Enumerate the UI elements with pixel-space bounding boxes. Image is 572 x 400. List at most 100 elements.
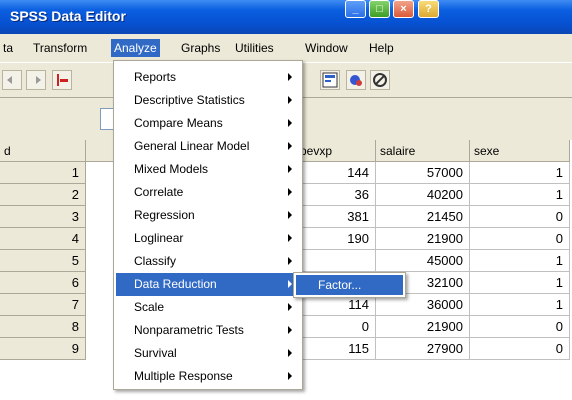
cell-pevxp[interactable]: 190 bbox=[296, 228, 376, 250]
menu-item-survival[interactable]: Survival bbox=[116, 342, 300, 365]
menu-item-general-linear-model[interactable]: General Linear Model bbox=[116, 135, 300, 158]
goto-case-icon bbox=[57, 74, 68, 86]
cell-salaire[interactable]: 21900 bbox=[376, 316, 470, 338]
menu-item-descriptive-statistics[interactable]: Descriptive Statistics bbox=[116, 89, 300, 112]
menu-bar: ta Transform Analyze Graphs Utilities Wi… bbox=[0, 37, 572, 59]
title-bar: SPSS Data Editor _ □ × ? bbox=[0, 0, 572, 34]
column-header-pevxp[interactable]: pevxp bbox=[296, 140, 376, 162]
value-labels-button[interactable] bbox=[346, 70, 366, 90]
menu-transform[interactable]: Transform bbox=[30, 39, 90, 57]
cell-salaire[interactable]: 40200 bbox=[376, 184, 470, 206]
row-number[interactable]: 2 bbox=[0, 184, 86, 206]
undo-button[interactable] bbox=[2, 70, 22, 90]
menu-item-classify[interactable]: Classify bbox=[116, 250, 300, 273]
submenu-arrow-icon bbox=[288, 372, 292, 380]
menu-item-multiple-response[interactable]: Multiple Response bbox=[116, 365, 300, 388]
menu-item-label: Scale bbox=[134, 300, 165, 314]
minimize-icon: _ bbox=[352, 3, 359, 15]
use-sets-icon bbox=[373, 73, 387, 87]
menu-item-compare-means[interactable]: Compare Means bbox=[116, 112, 300, 135]
cell-pevxp[interactable]: 381 bbox=[296, 206, 376, 228]
cell-sexe[interactable]: 1 bbox=[470, 294, 570, 316]
close-button[interactable]: × bbox=[393, 0, 414, 18]
column-header[interactable]: d bbox=[0, 140, 86, 162]
row-number[interactable]: 6 bbox=[0, 272, 86, 294]
cell-salaire[interactable]: 45000 bbox=[376, 250, 470, 272]
submenu-arrow-icon bbox=[288, 234, 292, 242]
cell-pevxp[interactable]: 144 bbox=[296, 162, 376, 184]
cell-salaire[interactable]: 21450 bbox=[376, 206, 470, 228]
menu-data[interactable]: ta bbox=[0, 39, 16, 57]
submenu-arrow-icon bbox=[288, 280, 292, 288]
menu-item-data-reduction[interactable]: Data Reduction bbox=[116, 273, 300, 296]
menu-item-regression[interactable]: Regression bbox=[116, 204, 300, 227]
cell-sexe[interactable]: 1 bbox=[470, 162, 570, 184]
row-number[interactable]: 7 bbox=[0, 294, 86, 316]
cell-sexe[interactable]: 0 bbox=[470, 316, 570, 338]
minimize-button[interactable]: _ bbox=[345, 0, 366, 18]
value-labels-icon bbox=[350, 75, 362, 86]
submenu-arrow-icon bbox=[288, 165, 292, 173]
submenu-arrow-icon bbox=[288, 326, 292, 334]
menu-window[interactable]: Window bbox=[302, 39, 351, 57]
row-number[interactable]: 8 bbox=[0, 316, 86, 338]
menu-item-label: Loglinear bbox=[134, 231, 184, 245]
cell-salaire[interactable]: 27900 bbox=[376, 338, 470, 360]
cell-sexe[interactable]: 1 bbox=[470, 250, 570, 272]
submenu-arrow-icon bbox=[288, 119, 292, 127]
menu-graphs[interactable]: Graphs bbox=[178, 39, 223, 57]
menu-item-scale[interactable]: Scale bbox=[116, 296, 300, 319]
menu-item-label: Nonparametric Tests bbox=[134, 323, 244, 337]
use-sets-button[interactable] bbox=[370, 70, 390, 90]
menu-help[interactable]: Help bbox=[366, 39, 397, 57]
cell-pevxp[interactable] bbox=[296, 250, 376, 272]
help-icon: ? bbox=[425, 3, 432, 15]
maximize-button[interactable]: □ bbox=[369, 0, 390, 18]
menu-item-reports[interactable]: Reports bbox=[116, 66, 300, 89]
goto-case-button[interactable] bbox=[52, 70, 72, 90]
menu-item-label: Mixed Models bbox=[134, 162, 209, 176]
row-number[interactable]: 1 bbox=[0, 162, 86, 184]
select-cases-icon bbox=[322, 72, 338, 88]
menu-item-nonparametric-tests[interactable]: Nonparametric Tests bbox=[116, 319, 300, 342]
menu-item-label: General Linear Model bbox=[134, 139, 250, 153]
menu-item-label: Reports bbox=[134, 70, 177, 84]
close-icon: × bbox=[400, 3, 407, 15]
row-number[interactable]: 9 bbox=[0, 338, 86, 360]
menu-item-mixed-models[interactable]: Mixed Models bbox=[116, 158, 300, 181]
column-header-salaire[interactable]: salaire bbox=[376, 140, 470, 162]
help-button[interactable]: ? bbox=[418, 0, 439, 18]
menu-utilities[interactable]: Utilities bbox=[232, 39, 277, 57]
redo-button[interactable] bbox=[26, 70, 46, 90]
menu-item-factor[interactable]: Factor... bbox=[296, 275, 403, 295]
cell-pevxp[interactable]: 115 bbox=[296, 338, 376, 360]
cell-sexe[interactable]: 0 bbox=[470, 338, 570, 360]
menu-item-label: Survival bbox=[134, 346, 177, 360]
menu-item-label: Classify bbox=[134, 254, 177, 268]
cell-sexe[interactable]: 1 bbox=[470, 184, 570, 206]
cell-sexe[interactable]: 0 bbox=[470, 228, 570, 250]
cell-salaire[interactable]: 21900 bbox=[376, 228, 470, 250]
select-cases-button[interactable] bbox=[320, 70, 340, 90]
data-reduction-submenu: Factor... bbox=[293, 272, 406, 298]
maximize-icon: □ bbox=[376, 3, 383, 15]
window-title: SPSS Data Editor bbox=[10, 8, 126, 24]
row-number[interactable]: 3 bbox=[0, 206, 86, 228]
cell-pevxp[interactable]: 36 bbox=[296, 184, 376, 206]
submenu-arrow-icon bbox=[288, 73, 292, 81]
menu-item-label: Data Reduction bbox=[134, 277, 217, 291]
cell-salaire[interactable]: 57000 bbox=[376, 162, 470, 184]
menu-item-label: Multiple Response bbox=[134, 369, 233, 383]
cell-sexe[interactable]: 0 bbox=[470, 206, 570, 228]
menu-item-loglinear[interactable]: Loglinear bbox=[116, 227, 300, 250]
submenu-arrow-icon bbox=[288, 142, 292, 150]
column-header-sexe[interactable]: sexe bbox=[470, 140, 570, 162]
menu-item-correlate[interactable]: Correlate bbox=[116, 181, 300, 204]
submenu-arrow-icon bbox=[288, 349, 292, 357]
analyze-menu: Reports Descriptive Statistics Compare M… bbox=[113, 60, 303, 390]
cell-sexe[interactable]: 1 bbox=[470, 272, 570, 294]
row-number[interactable]: 4 bbox=[0, 228, 86, 250]
menu-analyze[interactable]: Analyze bbox=[111, 39, 160, 57]
row-number[interactable]: 5 bbox=[0, 250, 86, 272]
cell-pevxp[interactable]: 0 bbox=[296, 316, 376, 338]
